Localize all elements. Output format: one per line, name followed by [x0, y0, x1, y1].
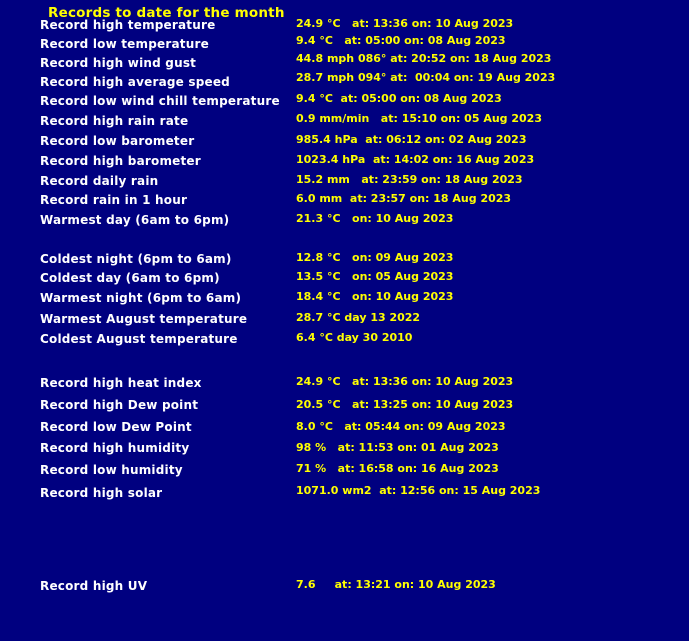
record-row-low-wind-chill: Record low wind chill temperature 9.4 °C… — [0, 92, 689, 112]
record-label: Record low barometer — [40, 134, 195, 148]
record-label: Warmest night (6pm to 6am) — [40, 291, 242, 305]
record-row-high-rain-rate: Record high rain rate 0.9 mm/min at: 15:… — [0, 112, 689, 132]
record-value: 21.3 °C on: 10 Aug 2023 — [296, 212, 454, 225]
record-label: Record low wind chill temperature — [40, 94, 280, 108]
record-label: Coldest night (6pm to 6am) — [40, 252, 232, 266]
record-value: 9.4 °C at: 05:00 on: 08 Aug 2023 — [296, 34, 506, 47]
record-value: 24.9 °C at: 13:36 on: 10 Aug 2023 — [296, 17, 514, 30]
record-value: 985.4 hPa at: 06:12 on: 02 Aug 2023 — [296, 133, 527, 146]
record-value: 28.7 mph 094° at: 00:04 on: 19 Aug 2023 — [296, 71, 556, 84]
record-value: 6.0 mm at: 23:57 on: 18 Aug 2023 — [296, 192, 512, 205]
record-label: Record high Dew point — [40, 398, 199, 412]
record-value: 9.4 °C at: 05:00 on: 08 Aug 2023 — [296, 92, 502, 105]
record-row-warmest-august: Warmest August temperature 28.7 °C day 1… — [0, 311, 689, 330]
record-value: 15.2 mm at: 23:59 on: 18 Aug 2023 — [296, 173, 523, 186]
record-label: Record low temperature — [40, 37, 209, 51]
record-label: Record low humidity — [40, 463, 183, 477]
record-row-low-dew-point: Record low Dew Point 8.0 °C at: 05:44 on… — [0, 420, 689, 438]
record-value: 13.5 °C on: 05 Aug 2023 — [296, 270, 454, 283]
record-row-coldest-august: Coldest August temperature 6.4 °C day 30… — [0, 331, 689, 350]
record-row-high-humidity: Record high humidity 98 % at: 11:53 on: … — [0, 441, 689, 459]
record-row-high-temperature: Record high temperature 24.9 °C at: 13:3… — [0, 17, 689, 35]
record-value: 0.9 mm/min at: 15:10 on: 05 Aug 2023 — [296, 112, 542, 125]
record-row-coldest-night: Coldest night (6pm to 6am) 12.8 °C on: 0… — [0, 251, 689, 270]
record-value: 24.9 °C at: 13:36 on: 10 Aug 2023 — [296, 375, 514, 388]
record-row-high-average-speed: Record high average speed 28.7 mph 094° … — [0, 71, 689, 92]
record-label: Record high barometer — [40, 154, 201, 168]
record-row-high-dew-point: Record high Dew point 20.5 °C at: 13:25 … — [0, 398, 689, 416]
record-label: Record daily rain — [40, 174, 159, 188]
record-value: 12.8 °C on: 09 Aug 2023 — [296, 251, 454, 264]
record-label: Coldest August temperature — [40, 332, 238, 346]
record-value: 20.5 °C at: 13:25 on: 10 Aug 2023 — [296, 398, 514, 411]
record-value: 1023.4 hPa at: 14:02 on: 16 Aug 2023 — [296, 153, 535, 166]
record-label: Warmest August temperature — [40, 312, 248, 326]
record-row-daily-rain: Record daily rain 15.2 mm at: 23:59 on: … — [0, 173, 689, 192]
record-row-high-heat-index: Record high heat index 24.9 °C at: 13:36… — [0, 375, 689, 394]
record-label: Record low Dew Point — [40, 420, 192, 434]
record-label: Record high wind gust — [40, 56, 197, 70]
record-label: Record high temperature — [40, 18, 216, 32]
record-row-warmest-day: Warmest day (6am to 6pm) 21.3 °C on: 10 … — [0, 212, 689, 231]
record-value: 1071.0 wm2 at: 12:56 on: 15 Aug 2023 — [296, 484, 541, 497]
record-label: Record high rain rate — [40, 114, 189, 128]
record-row-warmest-night: Warmest night (6pm to 6am) 18.4 °C on: 1… — [0, 290, 689, 309]
record-label: Record high solar — [40, 486, 163, 500]
record-value: 71 % at: 16:58 on: 16 Aug 2023 — [296, 462, 499, 475]
record-row-low-barometer: Record low barometer 985.4 hPa at: 06:12… — [0, 133, 689, 152]
record-value: 7.6 at: 13:21 on: 10 Aug 2023 — [296, 578, 496, 591]
record-row-high-uv: Record high UV 7.6 at: 13:21 on: 10 Aug … — [0, 578, 689, 597]
record-value: 44.8 mph 086° at: 20:52 on: 18 Aug 2023 — [296, 52, 552, 65]
record-value: 18.4 °C on: 10 Aug 2023 — [296, 290, 454, 303]
record-label: Record high humidity — [40, 441, 190, 455]
record-label: Record high UV — [40, 579, 148, 593]
record-row-low-humidity: Record low humidity 71 % at: 16:58 on: 1… — [0, 462, 689, 481]
record-value: 98 % at: 11:53 on: 01 Aug 2023 — [296, 441, 499, 454]
record-value: 6.4 °C day 30 2010 — [296, 331, 413, 344]
record-label: Coldest day (6am to 6pm) — [40, 271, 220, 285]
record-row-high-barometer: Record high barometer 1023.4 hPa at: 14:… — [0, 153, 689, 172]
record-label: Record high average speed — [40, 75, 230, 89]
record-row-coldest-day: Coldest day (6am to 6pm) 13.5 °C on: 05 … — [0, 270, 689, 289]
record-value: 8.0 °C at: 05:44 on: 09 Aug 2023 — [296, 420, 506, 433]
record-label: Record high heat index — [40, 376, 202, 390]
record-label: Record rain in 1 hour — [40, 193, 188, 207]
record-label: Warmest day (6am to 6pm) — [40, 213, 230, 227]
record-value: 28.7 °C day 13 2022 — [296, 311, 421, 324]
record-row-rain-1-hour: Record rain in 1 hour 6.0 mm at: 23:57 o… — [0, 192, 689, 211]
record-row-high-solar: Record high solar 1071.0 wm2 at: 12:56 o… — [0, 484, 689, 504]
